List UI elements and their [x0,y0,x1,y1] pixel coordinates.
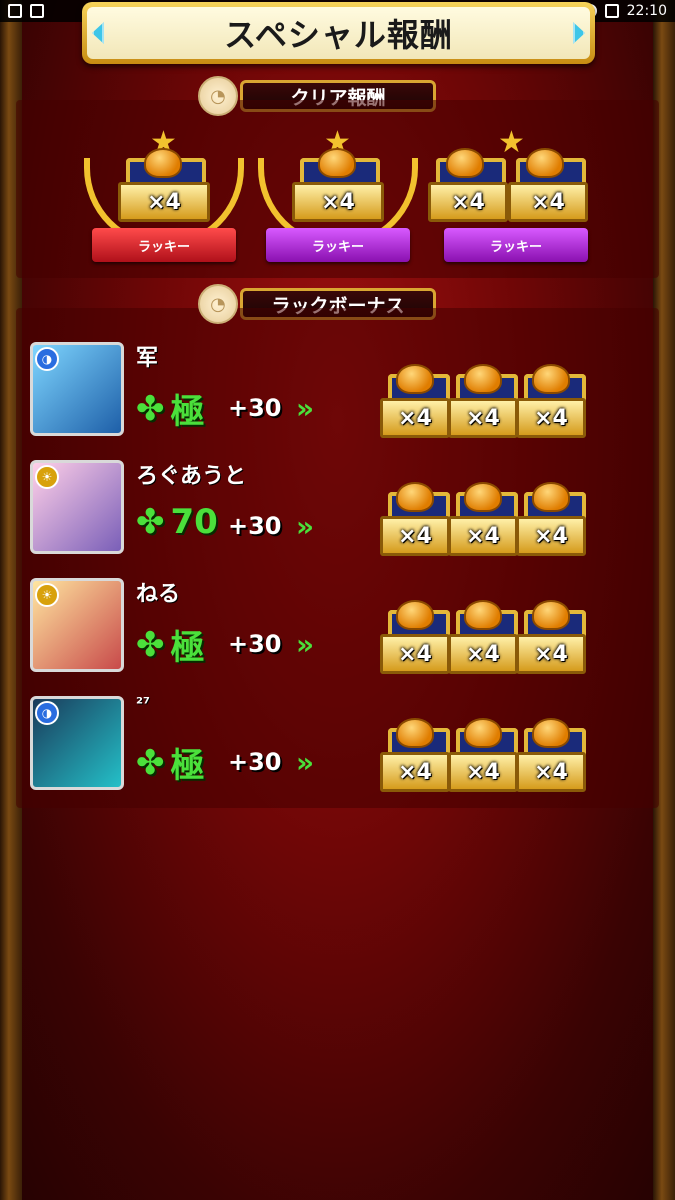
treasure-chest-icon: ×4 [448,600,518,674]
ribbon-lucky: ラッキー [92,228,236,262]
luck-value: ✤ 70 [136,502,218,542]
chest-multiplier: ×4 [398,759,432,785]
clover-icon: ✤ [136,742,165,783]
status-time: 22:10 [626,3,667,19]
chest-multiplier: ×4 [451,189,485,215]
treasure-chest-icon: ×4 [516,482,586,556]
treasure-chest-icon: ×4 [380,364,450,438]
chest-multiplier: ×4 [534,523,568,549]
luck-row: ☀ ろぐあうと ✤ 70 +30 » ×4 ×4 ×4 [30,458,645,558]
chest-multiplier: ×4 [466,405,500,431]
star-icon: ★ [498,125,525,160]
element-badge-icon: ◑ [35,347,59,371]
award-1: ★ ×4 ラッキー [78,128,250,278]
arrow-icon: » [296,510,315,543]
luck-bonus-value: +30 [228,748,282,776]
avatar[interactable]: ☀ [30,578,124,672]
seal-icon: ◔ [198,76,238,116]
player-name: ²⁷ [136,694,151,713]
award-3: ★ ×4 ×4 ラッキー [426,128,598,278]
avatar[interactable]: ◑ [30,342,124,436]
luck-bonus-value: +30 [228,394,282,422]
treasure-chest-icon: ×4 [380,482,450,556]
luck-row: ◑ ²⁷ ✤ 極 +30 » ×4 ×4 ×4 [30,694,645,794]
avatar[interactable]: ☀ [30,460,124,554]
avatar[interactable]: ◑ [30,696,124,790]
ribbon-lucky: ラッキー [266,228,410,262]
chest-multiplier: ×4 [147,189,181,215]
chest-multiplier: ×4 [466,641,500,667]
luck-bonus-value: +30 [228,630,282,658]
chest-multiplier: ×4 [466,759,500,785]
chest-multiplier: ×4 [534,759,568,785]
chest-multiplier: ×4 [534,641,568,667]
element-badge-icon: ◑ [35,701,59,725]
chest-multiplier: ×4 [534,405,568,431]
luck-text: 極 [170,746,205,786]
ribbon-lucky: ラッキー [444,228,588,262]
luck-text: 極 [170,628,205,668]
player-name: 军 [136,346,159,371]
chest-multiplier: ×4 [398,523,432,549]
arrow-icon: » [296,392,315,425]
element-badge-icon: ☀ [35,465,59,489]
treasure-chest-icon: ×4 [428,148,508,222]
clover-icon: ✤ [136,388,165,429]
clover-icon: ✤ [136,624,165,665]
treasure-chest-icon: ×4 [118,148,210,222]
luck-value: ✤ 極 [136,620,205,669]
luck-text: 70 [170,502,218,542]
app-icon [30,4,44,18]
page-title: スペシャル報酬 [87,7,590,59]
luck-bonus-value: +30 [228,512,282,540]
title-plate: スペシャル報酬 [82,2,595,64]
chest-multiplier: ×4 [321,189,355,215]
award-2: ★ ×4 ラッキー [252,128,424,278]
gallery-icon [8,4,22,18]
chest-multiplier: ×4 [398,405,432,431]
chest-multiplier: ×4 [466,523,500,549]
treasure-chest-icon: ×4 [516,600,586,674]
player-name: ろぐあうと [136,464,247,489]
luck-text: 極 [170,392,205,432]
battery-icon [604,4,619,18]
luck-value: ✤ 極 [136,384,205,433]
treasure-chest-icon: ×4 [516,364,586,438]
clover-icon: ✤ [136,502,165,542]
chest-multiplier: ×4 [531,189,565,215]
chest-multiplier: ×4 [398,641,432,667]
treasure-chest-icon: ×4 [448,718,518,792]
arrow-icon: » [296,628,315,661]
luck-row: ☀ ねる ✤ 極 +30 » ×4 ×4 ×4 [30,576,645,676]
treasure-chest-icon: ×4 [380,600,450,674]
treasure-chest-icon: ×4 [508,148,588,222]
luck-row: ◑ 军 ✤ 極 +30 » ×4 ×4 ×4 [30,340,645,440]
treasure-chest-icon: ×4 [448,364,518,438]
treasure-chest-icon: ×4 [516,718,586,792]
treasure-chest-icon: ×4 [292,148,384,222]
treasure-chest-icon: ×4 [448,482,518,556]
arrow-icon: » [296,746,315,779]
seal-icon: ◔ [198,284,238,324]
luck-value: ✤ 極 [136,738,205,787]
player-name: ねる [136,582,181,607]
treasure-chest-icon: ×4 [380,718,450,792]
element-badge-icon: ☀ [35,583,59,607]
